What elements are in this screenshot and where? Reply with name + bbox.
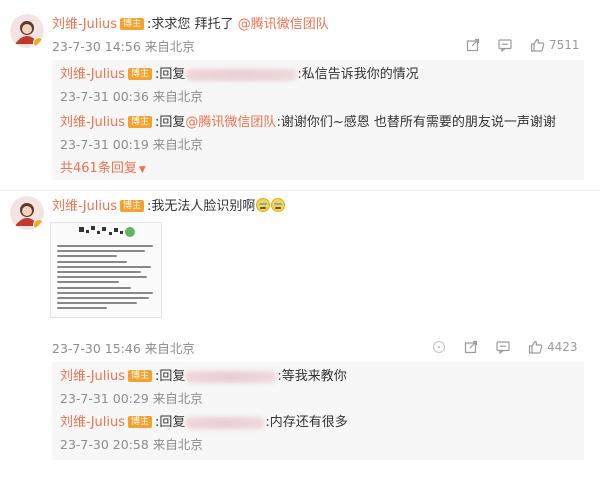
- reply-item: 刘维-Julius 博主:回复 :私信告诉我你的情况: [60, 66, 419, 84]
- attached-image-thumbnail[interactable]: [50, 222, 162, 318]
- comment-actions: 4423: [432, 340, 578, 354]
- like-icon: [528, 340, 543, 354]
- qr-code-icon: [79, 226, 135, 237]
- avatar[interactable]: [10, 196, 44, 230]
- tearful-emoji-icon: [256, 198, 271, 212]
- more-replies-link[interactable]: 共461条回复 ▼: [60, 160, 146, 179]
- mention-link[interactable]: @腾讯微信团队: [185, 115, 276, 130]
- reply-item: 刘维-Julius 博主:回复 :内存还有很多: [60, 414, 348, 432]
- reply-prefix: :回复: [155, 115, 186, 130]
- redacted-username: [185, 68, 298, 81]
- tearful-emoji-icon: [271, 198, 286, 212]
- comment-button[interactable]: [498, 38, 512, 52]
- reply-username[interactable]: 刘维-Julius: [60, 67, 125, 82]
- reply-text: :私信告诉我你的情况: [297, 67, 419, 82]
- comment-icon: [498, 39, 512, 52]
- share-icon: [464, 340, 478, 354]
- comment-actions: 7511: [466, 38, 580, 52]
- more-icon: [432, 340, 446, 354]
- reply-username[interactable]: 刘维-Julius: [60, 115, 125, 130]
- comment-time: 23-7-30 14:56 来自北京: [52, 39, 195, 54]
- divider: [0, 190, 600, 191]
- comment-header: 刘维-Julius 博主:我无法人脸识别啊: [52, 198, 286, 216]
- author-badge: 博主: [128, 68, 153, 80]
- verified-badge-icon: [33, 219, 44, 230]
- reply-username[interactable]: 刘维-Julius: [60, 369, 125, 384]
- reply-time: 23-7-31 00:36 来自北京: [60, 89, 203, 104]
- reply-time: 23-7-31 00:29 来自北京: [60, 391, 203, 406]
- verified-badge-icon: [33, 37, 44, 48]
- more-button[interactable]: [432, 340, 446, 354]
- comment-button[interactable]: [496, 340, 510, 354]
- reply-item: 刘维-Julius 博主:回复 :等我来教你: [60, 368, 347, 386]
- author-badge: 博主: [128, 370, 153, 382]
- comment-feed: 刘维-Julius 博主:求求您 拜托了 @腾讯微信团队 23-7-30 14:5…: [0, 0, 600, 480]
- avatar[interactable]: [10, 14, 44, 48]
- reply-prefix: :回复: [155, 67, 186, 82]
- reply-text: :等我来教你: [277, 369, 347, 384]
- reply-prefix: :回复: [155, 369, 186, 384]
- reply-time: 23-7-31 00:19 来自北京: [60, 137, 203, 152]
- reply-text: :谢谢你们~感恩 也替所有需要的朋友说一声谢谢: [276, 115, 556, 130]
- username[interactable]: 刘维-Julius: [52, 17, 117, 32]
- author-badge: 博主: [128, 416, 153, 428]
- like-count: 4423: [547, 340, 578, 354]
- comment-text: :求求您 拜托了: [147, 17, 238, 32]
- username[interactable]: 刘维-Julius: [52, 199, 117, 214]
- like-icon: [530, 38, 545, 52]
- share-button[interactable]: [464, 340, 478, 354]
- reply-text: :内存还有很多: [265, 415, 348, 430]
- reply-prefix: :回复: [155, 415, 186, 430]
- share-icon: [466, 38, 480, 52]
- comment-header: 刘维-Julius 博主:求求您 拜托了 @腾讯微信团队: [52, 16, 329, 34]
- like-count: 7511: [549, 38, 580, 52]
- share-button[interactable]: [466, 38, 480, 52]
- like-button[interactable]: 7511: [530, 38, 580, 52]
- author-badge: 博主: [120, 200, 145, 212]
- comment-text: :我无法人脸识别啊: [147, 199, 256, 214]
- redacted-username: [185, 370, 278, 383]
- redacted-username: [185, 416, 266, 429]
- reply-time: 23-7-30 20:58 来自北京: [60, 437, 203, 452]
- reply-username[interactable]: 刘维-Julius: [60, 415, 125, 430]
- comment-time: 23-7-30 15:46 来自北京: [52, 341, 195, 356]
- mention-link[interactable]: @腾讯微信团队: [238, 17, 329, 32]
- comment-icon: [496, 341, 510, 354]
- like-button[interactable]: 4423: [528, 340, 578, 354]
- reply-item: 刘维-Julius 博主:回复@腾讯微信团队:谢谢你们~感恩 也替所有需要的朋友说…: [60, 114, 556, 132]
- caret-down-icon: ▼: [138, 165, 146, 175]
- more-replies-label: 共461条回复: [60, 161, 137, 176]
- author-badge: 博主: [120, 18, 145, 30]
- author-badge: 博主: [128, 116, 153, 128]
